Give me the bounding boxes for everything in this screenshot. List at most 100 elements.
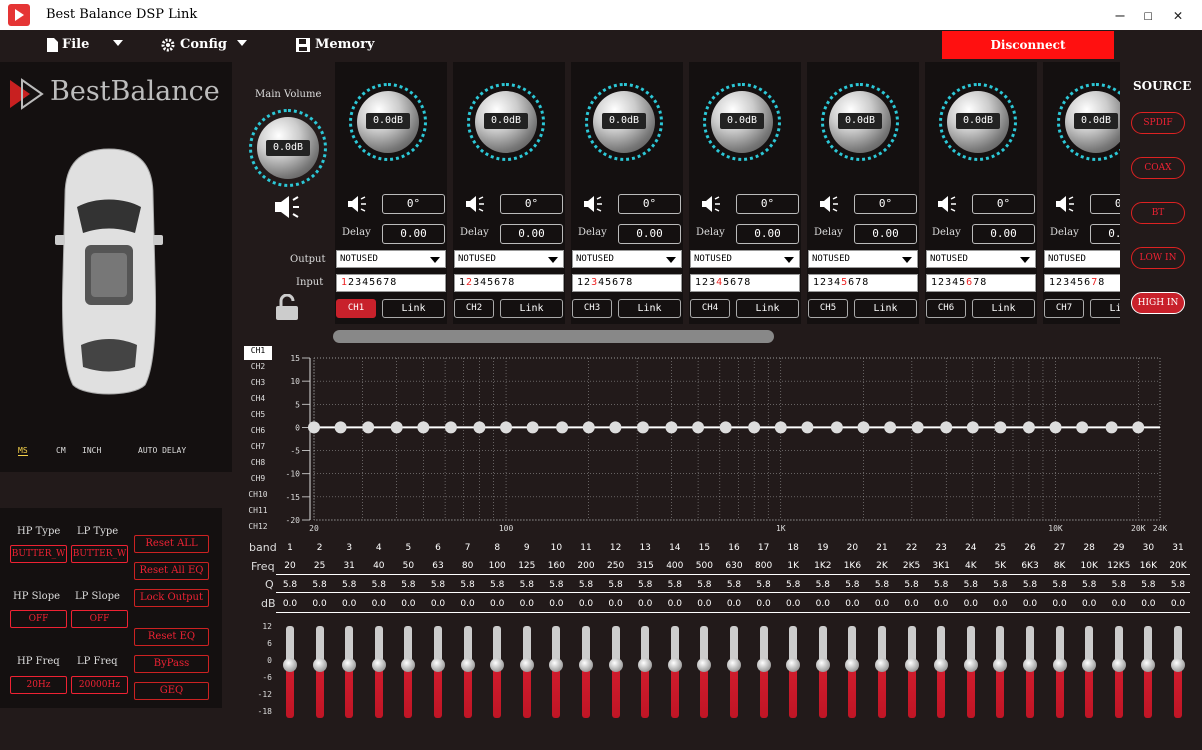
- eq-band-slider[interactable]: [937, 626, 946, 718]
- phase-input[interactable]: 0°: [1090, 194, 1120, 214]
- input-2[interactable]: 2: [348, 277, 355, 288]
- band-freq[interactable]: 2K5: [898, 561, 926, 571]
- hp-type-select[interactable]: BUTTER_W: [10, 545, 67, 563]
- graph-channel-item[interactable]: CH11: [244, 506, 272, 520]
- band-q[interactable]: 5.8: [986, 580, 1014, 590]
- speaker-icon[interactable]: [1055, 195, 1074, 212]
- band-gain[interactable]: 0.0: [898, 599, 926, 609]
- band-gain[interactable]: 0.0: [957, 599, 985, 609]
- graph-channel-item[interactable]: CH1: [244, 346, 272, 360]
- eq-slider-thumb[interactable]: [431, 658, 445, 673]
- eq-slider-thumb[interactable]: [904, 658, 919, 673]
- band-gain[interactable]: 0.0: [483, 599, 511, 609]
- output-select[interactable]: NOTUSED: [1044, 250, 1120, 268]
- band-q[interactable]: 5.8: [602, 580, 630, 590]
- band-gain[interactable]: 0.0: [1134, 599, 1162, 609]
- phase-input[interactable]: 0°: [972, 194, 1035, 214]
- channel-select-button[interactable]: CH4: [690, 299, 730, 318]
- lp-slope-select[interactable]: OFF: [71, 610, 128, 628]
- band-gain[interactable]: 0.0: [809, 599, 837, 609]
- band-freq[interactable]: 315: [631, 561, 659, 571]
- eq-band-slider[interactable]: [789, 626, 798, 718]
- speaker-icon[interactable]: [347, 195, 366, 212]
- eq-slider-thumb[interactable]: [845, 658, 860, 673]
- speaker-icon[interactable]: [465, 195, 484, 212]
- speaker-icon[interactable]: [701, 195, 720, 212]
- eq-slider-thumb[interactable]: [519, 658, 534, 673]
- eq-band-slider[interactable]: [996, 626, 1005, 718]
- band-q[interactable]: 5.8: [1134, 580, 1162, 590]
- link-button[interactable]: Link: [854, 299, 917, 318]
- eq-slider-thumb[interactable]: [342, 658, 357, 673]
- band-gain[interactable]: 0.0: [335, 599, 363, 609]
- band-gain[interactable]: 0.0: [1075, 599, 1103, 609]
- channel-select-button[interactable]: CH1: [336, 299, 376, 318]
- band-gain[interactable]: 0.0: [838, 599, 866, 609]
- eq-slider-thumb[interactable]: [756, 658, 771, 673]
- lp-freq-input[interactable]: 20000Hz: [71, 676, 128, 694]
- band-gain[interactable]: 0.0: [513, 599, 541, 609]
- band-q[interactable]: 5.8: [927, 580, 955, 590]
- input-selector[interactable]: 12345678: [336, 274, 446, 292]
- unit-ms[interactable]: MS: [18, 446, 28, 456]
- auto-delay-button[interactable]: AUTO DELAY: [138, 446, 186, 455]
- eq-band-slider[interactable]: [848, 626, 857, 718]
- graph-channel-item[interactable]: CH2: [244, 362, 272, 376]
- band-freq[interactable]: 5K: [986, 561, 1014, 571]
- speaker-icon[interactable]: [937, 195, 956, 212]
- eq-band-slider[interactable]: [641, 626, 650, 718]
- input-2[interactable]: 2: [938, 277, 945, 288]
- eq-slider-thumb[interactable]: [786, 658, 801, 673]
- eq-slider-thumb[interactable]: [549, 658, 564, 673]
- band-freq[interactable]: 16K: [1134, 561, 1162, 571]
- eq-slider-thumb[interactable]: [963, 658, 978, 673]
- input-selector[interactable]: 12345678: [572, 274, 682, 292]
- eq-slider-thumb[interactable]: [1171, 658, 1185, 673]
- band-q[interactable]: 5.8: [957, 580, 985, 590]
- band-gain[interactable]: 0.0: [454, 599, 482, 609]
- eq-slider-thumb[interactable]: [934, 658, 949, 673]
- graph-channel-item[interactable]: CH4: [244, 394, 272, 408]
- input-8[interactable]: 8: [508, 277, 515, 288]
- link-button[interactable]: Link: [736, 299, 799, 318]
- band-q[interactable]: 5.8: [1016, 580, 1044, 590]
- input-8[interactable]: 8: [390, 277, 397, 288]
- input-selector[interactable]: 12345678: [690, 274, 800, 292]
- graph-channel-item[interactable]: CH3: [244, 378, 272, 392]
- eq-slider-thumb[interactable]: [401, 658, 416, 673]
- eq-slider-thumb[interactable]: [312, 658, 327, 673]
- input-8[interactable]: 8: [862, 277, 869, 288]
- band-gain[interactable]: 0.0: [868, 599, 896, 609]
- input-1[interactable]: 1: [695, 277, 702, 288]
- band-q[interactable]: 5.8: [779, 580, 807, 590]
- output-select[interactable]: NOTUSED: [926, 250, 1036, 268]
- band-gain[interactable]: 0.0: [631, 599, 659, 609]
- link-button[interactable]: Link: [618, 299, 681, 318]
- band-freq[interactable]: 160: [542, 561, 570, 571]
- eq-response-graph[interactable]: 15 10 5 0 -5 -10 -15 -20 20 100 1K 10K 20K 24K: [280, 352, 1180, 532]
- band-freq[interactable]: 10K: [1075, 561, 1103, 571]
- graph-channel-item[interactable]: CH8: [244, 458, 272, 472]
- eq-slider-thumb[interactable]: [283, 658, 297, 673]
- band-freq[interactable]: 2K: [868, 561, 896, 571]
- link-button[interactable]: Link: [972, 299, 1035, 318]
- band-gain[interactable]: 0.0: [720, 599, 748, 609]
- eq-slider-thumb[interactable]: [727, 658, 741, 673]
- input-selector[interactable]: 12345678: [1044, 274, 1120, 292]
- output-select[interactable]: NOTUSED: [690, 250, 800, 268]
- link-button[interactable]: Link: [382, 299, 445, 318]
- input-2[interactable]: 2: [820, 277, 827, 288]
- band-gain[interactable]: 0.0: [750, 599, 778, 609]
- band-gain[interactable]: 0.0: [779, 599, 807, 609]
- band-freq[interactable]: 6K3: [1016, 561, 1044, 571]
- band-freq[interactable]: 31: [335, 561, 363, 571]
- band-q[interactable]: 5.8: [750, 580, 778, 590]
- source-low-in-button[interactable]: LOW IN: [1131, 247, 1185, 269]
- input-2[interactable]: 2: [702, 277, 709, 288]
- band-gain[interactable]: 0.0: [365, 599, 393, 609]
- eq-slider-thumb[interactable]: [608, 658, 623, 673]
- graph-channel-item[interactable]: CH6: [244, 426, 272, 440]
- band-q[interactable]: 5.8: [513, 580, 541, 590]
- band-freq[interactable]: 3K1: [927, 561, 955, 571]
- eq-slider-thumb[interactable]: [1052, 658, 1067, 673]
